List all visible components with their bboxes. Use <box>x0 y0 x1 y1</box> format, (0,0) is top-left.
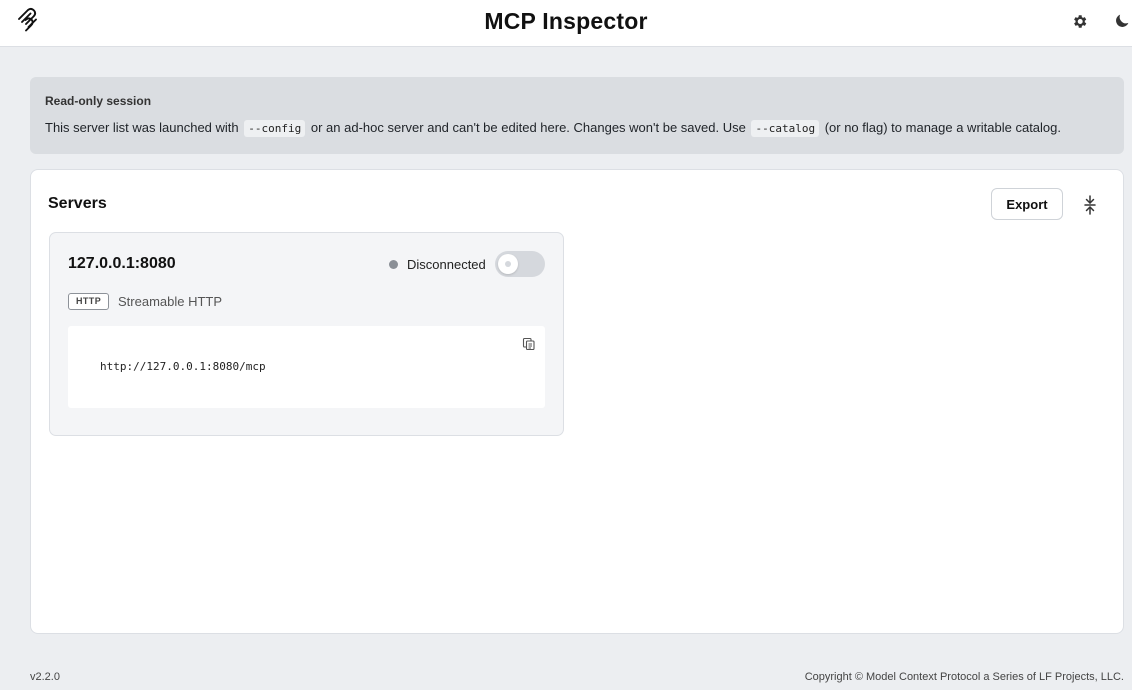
transport-label: Streamable HTTP <box>118 294 223 309</box>
server-url: http://127.0.0.1:8080/mcp <box>100 360 266 373</box>
server-card: 127.0.0.1:8080 Disconnected HTTP Streama… <box>49 232 564 436</box>
read-only-notice: Read-only session This server list was l… <box>30 77 1124 154</box>
notice-text-part: (or no flag) to manage a writable catalo… <box>824 120 1062 135</box>
app-version: v2.2.0 <box>30 671 60 683</box>
page-title: MCP Inspector <box>484 8 648 34</box>
servers-panel: Servers Export 127.0.0.1:8080 Disconnect… <box>30 169 1124 634</box>
config-flag-code: --config <box>244 120 306 137</box>
connection-toggle[interactable] <box>495 251 545 277</box>
status-indicator <box>389 260 398 269</box>
catalog-flag-code: --catalog <box>751 120 820 137</box>
notice-text-part: This server list was launched with <box>45 120 239 135</box>
app-header: MCP Inspector <box>0 0 1132 47</box>
moon-icon[interactable] <box>1112 11 1132 31</box>
servers-title: Servers <box>48 195 107 212</box>
notice-title: Read-only session <box>45 94 152 108</box>
toggle-knob <box>498 254 518 274</box>
collapse-vertical-icon[interactable] <box>1081 194 1099 216</box>
export-button[interactable]: Export <box>991 188 1063 220</box>
server-url-box: http://127.0.0.1:8080/mcp <box>68 326 545 408</box>
notice-text: This server list was launched with --con… <box>45 118 1109 139</box>
gear-icon[interactable] <box>1069 11 1089 31</box>
transport-badge: HTTP <box>68 293 110 310</box>
copyright-text: Copyright © Model Context Protocol a Ser… <box>804 671 1124 683</box>
notice-text-part: or an ad-hoc server and can't be edited … <box>310 120 746 135</box>
status-text: Disconnected <box>407 257 486 272</box>
server-name: 127.0.0.1:8080 <box>68 255 176 272</box>
copy-icon[interactable] <box>522 337 536 351</box>
